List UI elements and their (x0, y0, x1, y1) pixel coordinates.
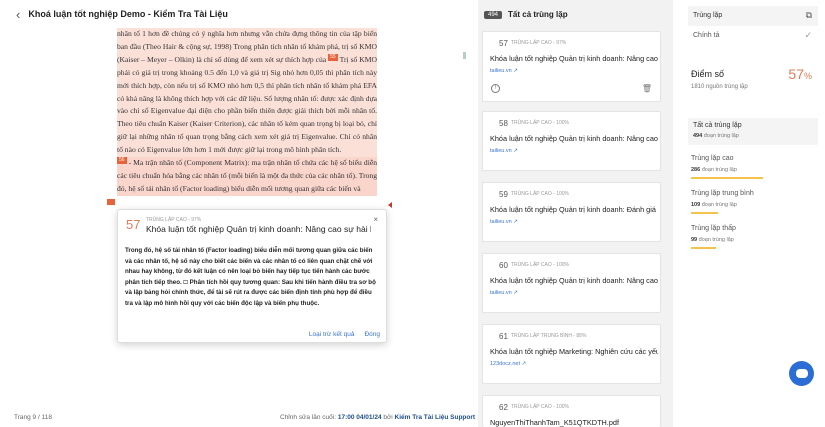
popup-title[interactable]: Khóa luận tốt nghiệp Quản trị kinh doanh… (146, 224, 371, 234)
result-source-link[interactable]: tailieu.vn ↗ (490, 148, 518, 154)
result-card[interactable]: 61 TRÙNG LẶP TRUNG BÌNH - 88% Khóa luận … (482, 324, 661, 384)
external-link-icon: ↗ (513, 148, 518, 154)
trash-icon[interactable]: 🗑 (642, 84, 652, 93)
results-count-badge: 494 (484, 10, 503, 19)
stat-bar (691, 212, 719, 214)
chat-icon (795, 369, 808, 378)
result-number: 58 (499, 119, 508, 128)
close-popup-button[interactable]: Đóng (364, 331, 380, 338)
result-source-link[interactable]: 123docz.net ↗ (490, 361, 526, 367)
result-number: 59 (499, 190, 508, 199)
external-link-icon: ↗ (513, 219, 518, 225)
edited-prefix: Chỉnh sửa lần cuối: (280, 414, 337, 421)
doc-line: hình phân tích. (295, 145, 342, 155)
result-number: 62 (499, 403, 508, 412)
result-level: TRÙNG LẶP CAO - 100% (511, 120, 569, 126)
popup-body: Trong đó, hệ số tải nhân tố (Factor load… (125, 246, 380, 310)
external-link-icon: ↗ (513, 68, 518, 74)
result-card[interactable]: 59 TRÙNG LẶP CAO - 100% Khóa luận tốt ng… (482, 182, 661, 242)
result-card[interactable]: 58 TRÙNG LẶP CAO - 100% Khóa luận tốt ng… (482, 111, 661, 171)
result-source-link[interactable]: tailieu.vn ↗ (490, 68, 518, 74)
match-popup: 57 TRÙNG LẶP CAO - 97% Khóa luận tốt ngh… (117, 209, 387, 343)
margin-marker[interactable] (107, 199, 115, 205)
edited-time: 17:00 04/01/24 (337, 414, 382, 421)
external-link-icon: ↗ (513, 290, 518, 296)
chat-button[interactable] (789, 361, 814, 386)
chevron-left-icon[interactable]: ‹ (16, 7, 20, 22)
info-icon[interactable]: ! (491, 84, 500, 93)
score-label: Điểm số (691, 69, 725, 79)
copy-icon: ⧉ (805, 10, 812, 20)
result-title[interactable]: Khóa luận tốt nghiệp Quản trị kinh doanh… (490, 276, 658, 285)
page-indicator: Trang 9 / 118 (14, 414, 52, 421)
spellcheck-icon: ✓ (804, 30, 812, 40)
result-number: 60 (499, 261, 508, 270)
result-level: TRÙNG LẶP CAO - 100% (511, 191, 569, 197)
scroll-indicator[interactable] (463, 52, 466, 59)
stat-bar (691, 177, 763, 179)
result-source-link[interactable]: tailieu.vn ↗ (490, 219, 518, 225)
document-header: ‹ Khoá luận tốt nghiệp Demo - Kiểm Tra T… (0, 0, 478, 28)
edited-author: Kiểm Tra Tài Liệu Support (394, 414, 476, 421)
result-level: TRÙNG LẶP CAO - 97% (511, 40, 567, 46)
result-card[interactable]: 60 TRÙNG LẶP CAO - 100% Khóa luận tốt ng… (482, 253, 661, 313)
tab-duplicate[interactable]: Trùng lặp ⧉ (688, 6, 818, 26)
match-marker[interactable]: 56 (117, 157, 127, 165)
current-match-pointer (388, 202, 392, 208)
result-title[interactable]: NguyenThiThanhTam_K51QTKDTH.pdf (490, 418, 658, 427)
document-title: Khoá luận tốt nghiệp Demo - Kiểm Tra Tài… (28, 9, 228, 19)
filter-high[interactable]: Trùng lặp cao 286 đoạn trùng lặp (688, 153, 818, 183)
result-number: 57 (499, 39, 508, 48)
doc-line: nhân tố 1 hơn đề chúng có ý nghĩa hơn nh… (117, 29, 351, 38)
result-title[interactable]: Khóa luận tốt nghiệp Quản trị kinh doanh… (490, 54, 658, 63)
result-card[interactable]: 62 TRÙNG LẶP CAO - 100% NguyenThiThanhTa… (482, 395, 661, 427)
score-section: Điểm số 57% 1810 nguồn trùng lặp (688, 64, 818, 104)
result-level: TRÙNG LẶP CAO - 100% (511, 404, 569, 410)
result-level: TRÙNG LẶP CAO - 100% (511, 262, 569, 268)
edited-by: bởi (383, 414, 393, 421)
result-number: 61 (499, 332, 508, 341)
result-source-link[interactable]: tailieu.vn ↗ (490, 290, 518, 296)
filter-medium[interactable]: Trùng lặp trung bình 109 đoạn trùng lặp (688, 188, 818, 218)
result-title[interactable]: Khóa luận tốt nghiệp Quản trị kinh doanh… (490, 205, 658, 214)
result-card[interactable]: 57 TRÙNG LẶP CAO - 97% Khóa luận tốt ngh… (482, 31, 661, 102)
popup-level: TRÙNG LẶP CAO - 97% (146, 217, 202, 223)
score-subtitle: 1810 nguồn trùng lặp (691, 84, 748, 90)
match-marker[interactable]: 55 (328, 53, 338, 61)
exclude-result-button[interactable]: Loại trừ kết quả (309, 331, 355, 338)
popup-percent: 57 (126, 217, 141, 232)
doc-line: - Ma trận nhân tố (Component Matrix): ma… (128, 158, 362, 168)
filter-all[interactable]: Tất cả trùng lặp 494 đoạn trùng lặp (688, 118, 818, 145)
stat-bar (691, 247, 716, 249)
result-level: TRÙNG LẶP TRUNG BÌNH - 88% (511, 333, 587, 339)
tab-spelling[interactable]: Chính tả ✓ (688, 26, 818, 46)
external-link-icon: ↗ (521, 361, 527, 367)
last-edited: Chỉnh sửa lần cuối: 17:00 04/01/24 bởi K… (280, 414, 475, 421)
results-header: Tất cả trùng lặp (508, 10, 568, 19)
score-value: 57% (788, 66, 812, 82)
close-icon[interactable]: × (373, 215, 378, 224)
result-title[interactable]: Khóa luận tốt nghiệp Quản trị kinh doanh… (490, 134, 658, 143)
filter-low[interactable]: Trùng lặp thấp 99 đoạn trùng lặp (688, 223, 818, 253)
result-title[interactable]: Khóa luận tốt nghiệp Marketing: Nghiên c… (490, 347, 658, 356)
document-page: nhân tố 1 hơn đề chúng có ý nghĩa hơn nh… (117, 28, 377, 216)
